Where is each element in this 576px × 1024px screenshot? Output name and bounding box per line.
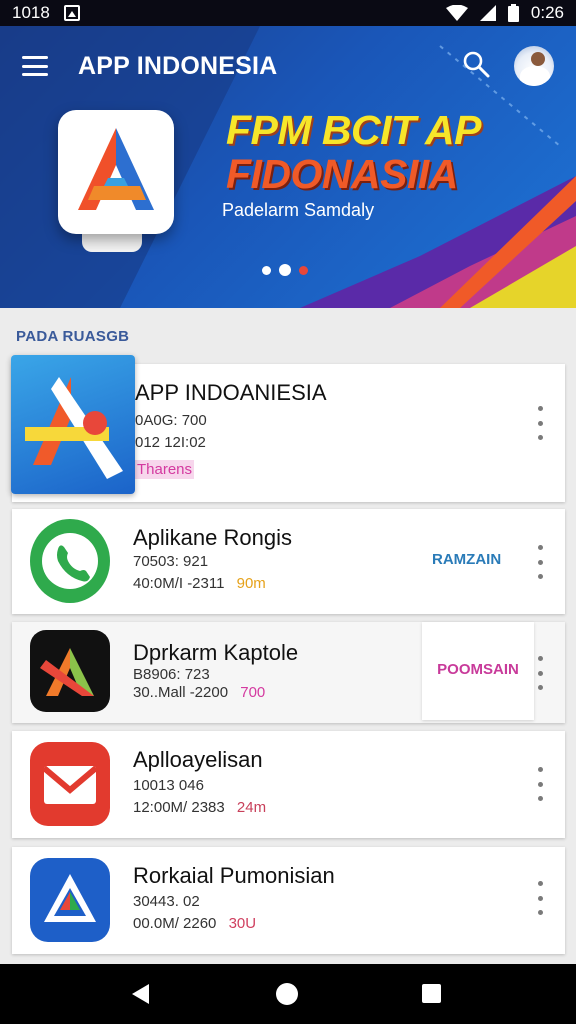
promo-headline: FPM BCIT AP FIDONASIIA: [226, 108, 481, 196]
app-meta-line2: 00.0M/ 2260 30U: [133, 915, 256, 932]
recent-apps-icon[interactable]: [422, 984, 441, 1003]
wifi-icon: [445, 5, 468, 21]
app-logo-icon: [44, 874, 96, 922]
carousel-indicator[interactable]: [262, 264, 308, 276]
phone-call-icon: [42, 533, 98, 589]
app-tag: Tharens: [135, 460, 195, 479]
more-options-icon[interactable]: [537, 767, 543, 801]
carousel-dot[interactable]: [262, 265, 271, 275]
app-logo-icon: [25, 377, 123, 479]
app-meta-line2-text: 30..Mall -2200: [133, 684, 229, 701]
app-meta-line1: 10013 046: [133, 777, 204, 794]
app-icon[interactable]: [30, 742, 110, 826]
app-meta-line2-text: 12:00M/ 2383: [133, 799, 225, 816]
more-options-icon[interactable]: [537, 406, 543, 440]
app-title: Dprkarm Kaptole: [133, 640, 299, 665]
app-list-item[interactable]: Aplikane Rongis 70503: 921 40:0M/I -2311…: [12, 509, 565, 614]
battery-icon: [507, 4, 519, 22]
app-tag: 30U: [228, 915, 257, 932]
more-options-icon[interactable]: [537, 656, 543, 690]
app-icon[interactable]: [30, 858, 110, 942]
app-meta-line2: 12:00M/ 2383 24m: [133, 799, 266, 816]
app-tag: 700: [240, 684, 266, 701]
profile-avatar[interactable]: [514, 46, 554, 86]
install-button[interactable]: POOMSAIN: [422, 622, 534, 720]
install-button[interactable]: RAMZAIN: [432, 551, 501, 568]
more-options-icon[interactable]: [537, 881, 543, 915]
signal-icon: [479, 5, 496, 21]
app-meta-line1: 70503: 921: [133, 553, 209, 570]
hero-banner[interactable]: APP INDONESIA FPM BCIT AP FIDONASIIA Pad…: [0, 26, 576, 308]
status-right: 0:26: [445, 3, 564, 23]
menu-icon[interactable]: [22, 56, 48, 76]
section-label: PADA RUASGB: [16, 328, 130, 345]
status-bar: 1018 0:26: [0, 0, 576, 26]
promo-app-icon: [58, 110, 174, 234]
back-icon[interactable]: [132, 984, 149, 1004]
app-meta-line2: 012 12I:02: [135, 434, 206, 451]
promo-headline-line2: FIDONASIIA: [226, 151, 458, 197]
app-title: APP INDONESIA: [78, 51, 278, 80]
app-tag: 24m: [236, 799, 267, 816]
system-nav-bar: [0, 964, 576, 1024]
promo-headline-line1: FPM BCIT AP: [226, 107, 481, 153]
more-options-icon[interactable]: [537, 545, 543, 579]
status-time: 0:26: [530, 3, 564, 22]
app-title: APP INDOANIESIA: [135, 380, 327, 405]
status-left-text: 1018: [12, 3, 50, 22]
promo-subtitle: Padelarm Samdaly: [222, 200, 375, 220]
app-meta-line2-text: 00.0M/ 2260: [133, 915, 217, 932]
app-title: Rorkaial Pumonisian: [133, 863, 335, 888]
search-icon[interactable]: [462, 50, 490, 78]
app-icon[interactable]: [11, 355, 135, 494]
app-title: Aplikane Rongis: [133, 525, 292, 550]
mail-icon: [42, 765, 98, 804]
app-meta-line1: 30443. 02: [133, 893, 200, 910]
app-list-item[interactable]: Aplloayelisan 10013 046 12:00M/ 2383 24m: [12, 731, 565, 838]
app-icon[interactable]: [30, 630, 110, 712]
status-left: 1018: [12, 3, 80, 23]
gallery-notification-icon: [63, 5, 80, 21]
app-list-item[interactable]: Dprkarm Kaptole B8906: 723 30..Mall -220…: [12, 622, 565, 723]
app-list-item[interactable]: Rorkaial Pumonisian 30443. 02 00.0M/ 226…: [12, 847, 565, 954]
app-meta-line1: 0A0G: 700: [135, 412, 207, 429]
app-icon[interactable]: [30, 519, 110, 603]
carousel-dot-active[interactable]: [279, 264, 291, 276]
app-title: Aplloayelisan: [133, 747, 263, 772]
app-meta-line2: 40:0M/I -2311 90m: [133, 575, 266, 592]
app-tag: 90m: [236, 575, 266, 592]
app-logo-icon: [40, 648, 94, 696]
home-icon[interactable]: [276, 983, 298, 1005]
app-meta-line1: B8906: 723: [133, 666, 210, 683]
app-logo-icon: [78, 128, 154, 210]
carousel-dot[interactable]: [299, 265, 308, 275]
app-meta-line2-text: 40:0M/I -2311: [133, 575, 225, 592]
app-meta-line2: 30..Mall -2200 700: [133, 684, 265, 701]
